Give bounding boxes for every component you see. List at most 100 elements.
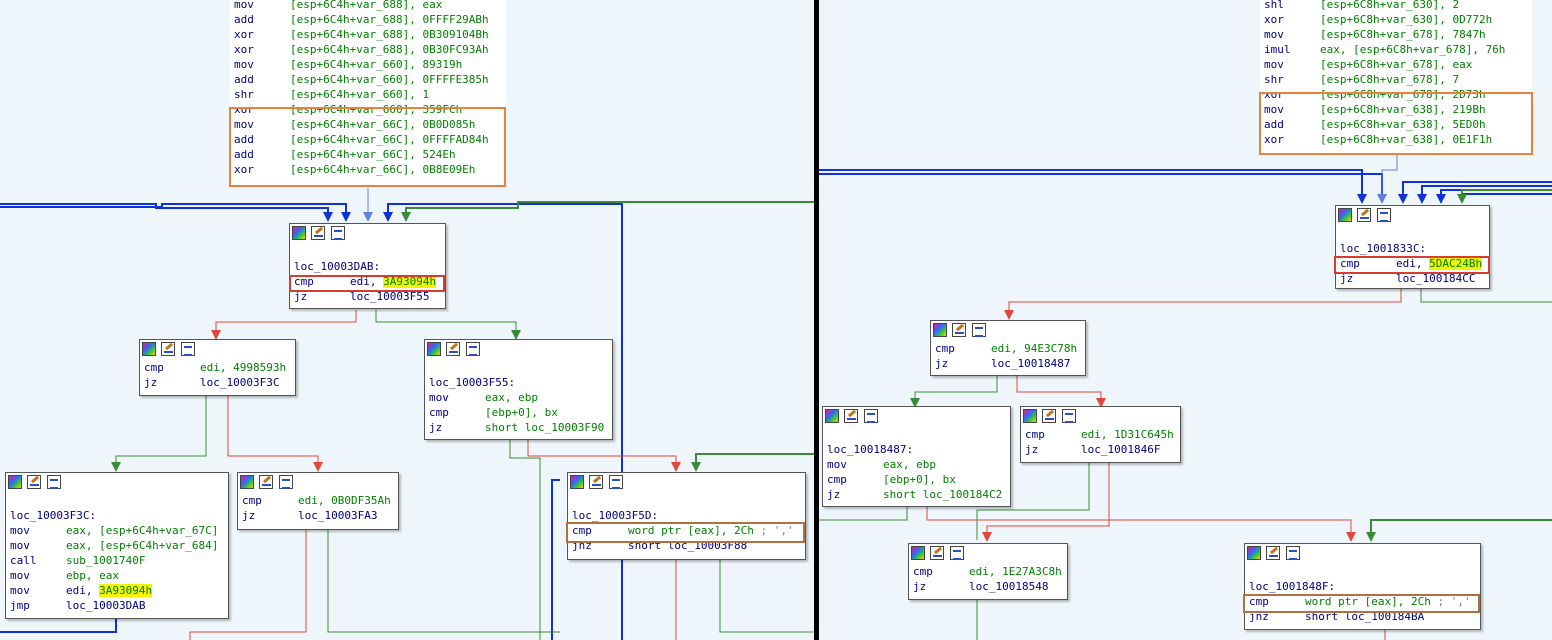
xref-list-icon[interactable] bbox=[950, 546, 964, 560]
graph-color-icon[interactable] bbox=[8, 475, 22, 489]
graph-color-icon[interactable] bbox=[933, 323, 947, 337]
node-loc-10018487[interactable]: loc_10018487: mov eax, ebp cmp [ebp+0], bx jz… bbox=[822, 406, 1011, 507]
code-line[interactable]: mov [esp+6C8h+var_678], 7847h bbox=[1264, 27, 1528, 42]
loc-label[interactable]: loc_10003DAB: bbox=[294, 259, 441, 274]
xref-list-icon[interactable] bbox=[972, 323, 986, 337]
node-loc-10003f55[interactable]: loc_10003F55: mov eax, ebp cmp [ebp+0], bx jz… bbox=[424, 339, 613, 440]
graph-color-icon[interactable] bbox=[825, 409, 839, 423]
code-line[interactable]: mov [esp+6C4h+var_66C], 0B0D085h bbox=[234, 117, 502, 132]
graph-color-icon[interactable] bbox=[570, 475, 584, 489]
code-line[interactable]: mov eax, ebp bbox=[429, 390, 608, 405]
graph-view-left[interactable]: mov [esp+6C4h+var_688], eax add [esp+6C4h+v… bbox=[0, 0, 814, 640]
xref-list-icon[interactable] bbox=[609, 475, 623, 489]
graph-color-icon[interactable] bbox=[1247, 546, 1261, 560]
loc-label[interactable]: loc_1001848F: bbox=[1249, 579, 1476, 594]
edit-pencil-icon[interactable] bbox=[27, 475, 41, 489]
edit-pencil-icon[interactable] bbox=[259, 475, 273, 489]
jump-target[interactable]: loc_1001846F bbox=[1081, 443, 1160, 456]
code-line[interactable]: jz short loc_100184C2 bbox=[827, 487, 1006, 502]
code-line[interactable]: shr [esp+6C4h+var_660], 1 bbox=[234, 87, 502, 102]
immediate-highlighted[interactable]: 3A93094h bbox=[99, 584, 153, 597]
code-line[interactable]: imul eax, [esp+6C8h+var_678], 76h bbox=[1264, 42, 1528, 57]
xref-list-icon[interactable] bbox=[864, 409, 878, 423]
code-line[interactable]: xor [esp+6C4h+var_688], 0B30FC93Ah bbox=[234, 42, 502, 57]
code-line[interactable]: mov ebp, eax bbox=[10, 568, 224, 583]
graph-color-icon[interactable] bbox=[1023, 409, 1037, 423]
node-cmp-1e27a3c8h[interactable]: cmp edi, 1E27A3C8h jz loc_10018548 bbox=[908, 543, 1068, 600]
code-line[interactable]: xor [esp+6C4h+var_688], 0B309104Bh bbox=[234, 27, 502, 42]
edit-pencil-icon[interactable] bbox=[952, 323, 966, 337]
xref-list-icon[interactable] bbox=[1377, 208, 1391, 222]
code-line[interactable]: mov [esp+6C4h+var_660], 89319h bbox=[234, 57, 502, 72]
code-line[interactable]: add [esp+6C4h+var_660], 0FFFFE385h bbox=[234, 72, 502, 87]
edit-pencil-icon[interactable] bbox=[1357, 208, 1371, 222]
xref-list-icon[interactable] bbox=[279, 475, 293, 489]
loc-label[interactable]: loc_10018487: bbox=[827, 442, 1006, 457]
code-line[interactable]: xor [esp+6C4h+var_660], 359FCh bbox=[234, 102, 502, 117]
xref-list-icon[interactable] bbox=[181, 342, 195, 356]
jump-target[interactable]: loc_10003F3C bbox=[200, 376, 279, 389]
node-loc-10003f5d[interactable]: loc_10003F5D: cmp word ptr [eax], 2Ch ; ',… bbox=[567, 472, 806, 560]
graph-color-icon[interactable] bbox=[292, 226, 306, 240]
code-line[interactable]: mov [esp+6C8h+var_678], eax bbox=[1264, 57, 1528, 72]
edit-pencil-icon[interactable] bbox=[589, 475, 603, 489]
code-line[interactable]: add [esp+6C4h+var_66C], 0FFFFAD84h bbox=[234, 132, 502, 147]
node-loc-10003dab[interactable]: loc_10003DAB: cmp edi, 3A93094h jz loc_10003… bbox=[289, 223, 446, 309]
graph-view-right[interactable]: shl [esp+6C8h+var_630], 2 xor [esp+6C8h+var… bbox=[819, 0, 1552, 640]
immediate-highlighted[interactable]: 3A93094h bbox=[383, 275, 437, 288]
node-cmp-94e3c78h[interactable]: cmp edi, 94E3C78h jz loc_10018487 bbox=[930, 320, 1086, 376]
immediate-highlighted[interactable]: 5DAC24Bh bbox=[1429, 257, 1483, 270]
node-loc-10003f3c[interactable]: loc_10003F3C: mov eax, [esp+6C4h+var_67C] m… bbox=[5, 472, 229, 619]
xref-list-icon[interactable] bbox=[466, 342, 480, 356]
edit-pencil-icon[interactable] bbox=[161, 342, 175, 356]
edit-pencil-icon[interactable] bbox=[1266, 546, 1280, 560]
graph-color-icon[interactable] bbox=[427, 342, 441, 356]
jump-target[interactable]: loc_100184CC bbox=[1396, 272, 1475, 285]
code-line[interactable]: xor [esp+6C4h+var_66C], 0B8E09Eh bbox=[234, 162, 502, 177]
code-line[interactable]: cmp [ebp+0], bx bbox=[429, 405, 608, 420]
edit-pencil-icon[interactable] bbox=[311, 226, 325, 240]
code-line[interactable]: add [esp+6C4h+var_66C], 524Eh bbox=[234, 147, 502, 162]
jump-target[interactable]: short loc_10003F88 bbox=[628, 539, 747, 552]
loc-label[interactable]: loc_10003F5D: bbox=[572, 508, 801, 523]
jump-target[interactable]: loc_10003F55 bbox=[350, 290, 429, 303]
loc-label[interactable]: loc_10003F3C: bbox=[10, 508, 224, 523]
graph-color-icon[interactable] bbox=[142, 342, 156, 356]
edit-pencil-icon[interactable] bbox=[844, 409, 858, 423]
code-line[interactable]: mov eax, [esp+6C4h+var_684] bbox=[10, 538, 224, 553]
code-line[interactable]: shl [esp+6C8h+var_630], 2 bbox=[1264, 0, 1528, 12]
jump-target[interactable]: loc_10018487 bbox=[991, 357, 1070, 370]
code-line[interactable]: mov [esp+6C8h+var_638], 219Bh bbox=[1264, 102, 1528, 117]
code-line[interactable]: add [esp+6C8h+var_638], 5ED0h bbox=[1264, 117, 1528, 132]
code-line[interactable]: mov eax, ebp bbox=[827, 457, 1006, 472]
graph-color-icon[interactable] bbox=[1338, 208, 1352, 222]
node-loc-1001848f[interactable]: loc_1001848F: cmp word ptr [eax], 2Ch ; ',… bbox=[1244, 543, 1481, 630]
code-line[interactable]: xor [esp+6C8h+var_630], 0D772h bbox=[1264, 12, 1528, 27]
xref-list-icon[interactable] bbox=[47, 475, 61, 489]
loc-label[interactable]: loc_10003F55: bbox=[429, 375, 608, 390]
graph-color-icon[interactable] bbox=[240, 475, 254, 489]
jump-target[interactable]: loc_10003DAB bbox=[66, 599, 145, 612]
node-loc-1001833c[interactable]: loc_1001833C: cmp edi, 5DAC24Bh jz loc_10018… bbox=[1335, 205, 1490, 289]
code-line[interactable]: cmp [ebp+0], bx bbox=[827, 472, 1006, 487]
edit-pencil-icon[interactable] bbox=[446, 342, 460, 356]
edit-pencil-icon[interactable] bbox=[930, 546, 944, 560]
loc-label[interactable]: loc_1001833C: bbox=[1340, 241, 1485, 256]
jump-target[interactable]: loc_10003FA3 bbox=[298, 509, 377, 522]
xref-list-icon[interactable] bbox=[331, 226, 345, 240]
node-cmp-0b0df35ah[interactable]: cmp edi, 0B0DF35Ah jz loc_10003FA3 bbox=[237, 472, 399, 530]
xref-list-icon[interactable] bbox=[1286, 546, 1300, 560]
code-line[interactable]: xor [esp+6C8h+var_638], 0E1F1h bbox=[1264, 132, 1528, 147]
edit-pencil-icon[interactable] bbox=[1042, 409, 1056, 423]
jump-target[interactable]: loc_10018548 bbox=[969, 580, 1048, 593]
code-line[interactable]: call sub_1001740F bbox=[10, 553, 224, 568]
code-line[interactable]: mov eax, [esp+6C4h+var_67C] bbox=[10, 523, 224, 538]
code-line[interactable]: mov [esp+6C4h+var_688], eax bbox=[234, 0, 502, 12]
node-cmp-1d31c645h[interactable]: cmp edi, 1D31C645h jz loc_1001846F bbox=[1020, 406, 1181, 463]
xref-list-icon[interactable] bbox=[1062, 409, 1076, 423]
node-cmp-4998593h[interactable]: cmp edi, 4998593h jz loc_10003F3C bbox=[139, 339, 296, 396]
code-line[interactable]: shr [esp+6C8h+var_678], 7 bbox=[1264, 72, 1528, 87]
code-line[interactable]: xor [esp+6C8h+var_678], 2D73h bbox=[1264, 87, 1528, 102]
jump-target[interactable]: short loc_100184BA bbox=[1305, 610, 1424, 623]
graph-color-icon[interactable] bbox=[911, 546, 925, 560]
